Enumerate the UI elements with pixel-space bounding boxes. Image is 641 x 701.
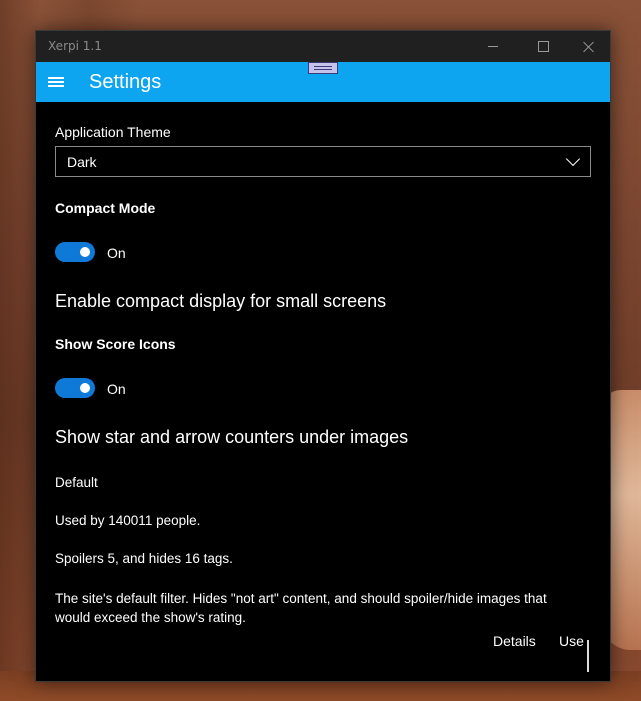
theme-dropdown-value: Dark <box>67 154 97 170</box>
chevron-down-icon <box>565 151 581 167</box>
filter-name: Default <box>55 475 98 490</box>
theme-label: Application Theme <box>55 124 171 140</box>
compact-mode-description: Enable compact display for small screens <box>55 291 387 311</box>
use-button[interactable]: Use <box>559 633 584 649</box>
toggle-knob <box>80 383 90 393</box>
scrollbar[interactable] <box>587 640 589 672</box>
maximize-button[interactable] <box>520 31 566 62</box>
app-window: Xerpi 1.1 Settings Application Theme Dar… <box>35 30 611 682</box>
score-icons-toggle[interactable] <box>55 378 95 398</box>
theme-dropdown[interactable]: Dark <box>55 146 591 177</box>
details-button[interactable]: Details <box>493 633 536 649</box>
score-icons-state: On <box>107 381 126 397</box>
compact-mode-toggle[interactable] <box>55 242 95 262</box>
score-icons-description: Show star and arrow counters under image… <box>55 427 409 447</box>
page-title: Settings <box>89 71 162 93</box>
minimize-icon <box>488 46 498 47</box>
compact-mode-label: Compact Mode <box>55 200 156 216</box>
hamburger-icon[interactable] <box>48 77 64 87</box>
app-header: Settings <box>36 62 610 102</box>
compact-mode-state: On <box>107 245 126 261</box>
score-icons-label: Show Score Icons <box>55 336 176 352</box>
window-title: Xerpi 1.1 <box>48 39 102 53</box>
close-icon <box>583 41 595 53</box>
settings-content: Application Theme Dark Compact Mode On E… <box>36 102 610 681</box>
filter-spoilers: Spoilers 5, and hides 16 tags. <box>55 551 233 566</box>
minimize-button[interactable] <box>470 31 516 62</box>
close-button[interactable] <box>566 31 610 62</box>
filter-description: The site's default filter. Hides "not ar… <box>55 591 547 625</box>
toggle-knob <box>80 247 90 257</box>
maximize-icon <box>537 41 549 52</box>
drag-handle[interactable] <box>308 62 338 74</box>
title-bar[interactable]: Xerpi 1.1 <box>36 31 610 62</box>
filter-users: Used by 140011 people. <box>55 513 201 528</box>
